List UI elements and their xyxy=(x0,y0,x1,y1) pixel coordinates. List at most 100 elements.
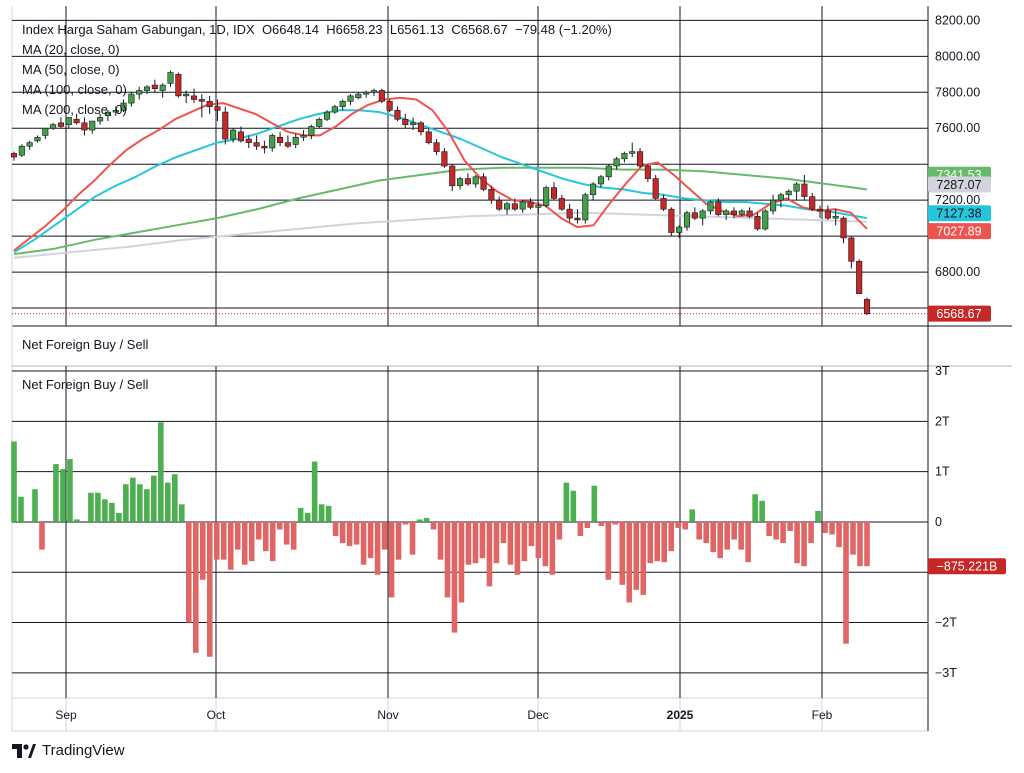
price-axis-label: 7800.00 xyxy=(935,85,980,99)
price-axis-label: 6800.00 xyxy=(935,265,980,279)
time-axis-label: Dec xyxy=(527,708,548,722)
time-axis-label: Nov xyxy=(377,708,398,722)
flow-bar xyxy=(815,510,821,522)
candle-body xyxy=(754,216,761,230)
candle-body xyxy=(261,145,268,149)
candle-body xyxy=(605,165,612,178)
candle-body xyxy=(488,189,495,201)
price-label-text: 7287.07 xyxy=(936,178,981,192)
candle-body xyxy=(777,194,784,201)
price-axis-label: 7200.00 xyxy=(935,193,980,207)
flow-bar xyxy=(60,469,66,522)
candle-body xyxy=(57,122,64,127)
candle-body xyxy=(81,122,88,131)
legend-ma-100[interactable]: MA (100, close, 0) xyxy=(22,80,612,100)
flow-bar xyxy=(794,521,800,564)
flow-bar xyxy=(500,521,507,544)
flow-bar xyxy=(689,509,696,522)
candle-body xyxy=(433,142,440,152)
flow-bar xyxy=(444,521,451,598)
flow-bar xyxy=(367,521,374,559)
flow-bar xyxy=(262,521,269,552)
candle-body xyxy=(856,260,863,294)
flow-bar xyxy=(130,477,136,522)
flow-bar xyxy=(388,521,395,598)
legend-ma-20[interactable]: MA (20, close, 0) xyxy=(22,40,612,60)
flow-bar xyxy=(521,521,528,562)
candle-body xyxy=(300,135,307,138)
flow-bar xyxy=(179,504,185,522)
tradingview-icon xyxy=(12,743,36,758)
flow-bar xyxy=(864,521,870,567)
flow-bar xyxy=(451,521,458,633)
flow-bar xyxy=(74,519,80,522)
flow-bar xyxy=(318,504,325,522)
candle-body xyxy=(691,212,698,219)
flow-bar xyxy=(276,521,283,530)
flow-bar xyxy=(381,521,388,550)
candle-body xyxy=(26,142,33,147)
candle-body xyxy=(292,136,299,145)
flow-bar xyxy=(675,521,682,528)
candle-body xyxy=(824,210,831,219)
flow-bar xyxy=(11,441,17,522)
flow-bar xyxy=(598,521,605,526)
candle-body xyxy=(543,187,550,206)
flow-bar xyxy=(633,521,640,590)
candle-body xyxy=(621,153,628,160)
flow-bar xyxy=(668,521,675,552)
net-foreign-bars xyxy=(11,422,870,657)
flow-bar xyxy=(395,521,402,560)
flow-bar xyxy=(402,521,409,525)
flow-bar xyxy=(123,484,129,522)
flow-bar xyxy=(563,482,570,522)
time-axis-label: 2025 xyxy=(667,708,694,722)
flow-bar xyxy=(577,521,584,537)
flow-bar xyxy=(731,521,737,540)
flow-axis-label: 3T xyxy=(935,364,950,378)
candle-body xyxy=(566,208,573,219)
price-axis-label: 7600.00 xyxy=(935,121,980,135)
tradingview-logo[interactable]: TradingView xyxy=(12,742,125,759)
legend-ma-50[interactable]: MA (50, close, 0) xyxy=(22,60,612,80)
flow-bar xyxy=(241,521,248,565)
flow-bar xyxy=(507,521,514,565)
legend-ma-200[interactable]: MA (200, close, 0) xyxy=(22,100,612,120)
legend-low: L6561.13 xyxy=(389,22,445,37)
price-label-text: 7027.89 xyxy=(936,225,981,239)
flow-bar xyxy=(102,499,108,522)
candle-body xyxy=(34,136,41,142)
flow-bar xyxy=(325,505,332,522)
candle-body xyxy=(464,178,471,185)
flow-bar xyxy=(185,521,192,623)
flow-bar xyxy=(290,521,297,550)
candle-body xyxy=(613,158,620,167)
candle-body xyxy=(535,205,542,208)
flow-axis-label: 0 xyxy=(935,515,942,529)
candle-body xyxy=(668,208,675,233)
flow-bar xyxy=(479,521,486,559)
flow-bar xyxy=(199,521,206,580)
candle-body xyxy=(230,129,237,140)
flow-bar xyxy=(248,521,255,562)
flow-bar xyxy=(458,521,465,603)
flow-bar xyxy=(88,492,94,522)
flow-bar xyxy=(843,521,849,644)
flow-bar xyxy=(724,521,730,550)
flow-bar xyxy=(780,521,786,544)
flow-axis-label: −3T xyxy=(935,666,957,680)
flow-bar xyxy=(144,489,150,522)
flow-bar xyxy=(116,512,122,522)
flow-bar xyxy=(759,500,765,522)
flow-bar xyxy=(528,521,535,547)
price-label-text: 7127.38 xyxy=(936,207,981,221)
candle-body xyxy=(269,135,276,149)
brand-name: TradingView xyxy=(42,742,125,759)
flow-bar xyxy=(850,521,856,555)
flow-bar xyxy=(717,521,723,559)
flow-axis-label: 2T xyxy=(935,414,950,428)
flow-bar xyxy=(95,492,101,522)
flow-bar xyxy=(67,459,73,522)
candle-body xyxy=(472,176,479,185)
candle-body xyxy=(863,299,871,315)
